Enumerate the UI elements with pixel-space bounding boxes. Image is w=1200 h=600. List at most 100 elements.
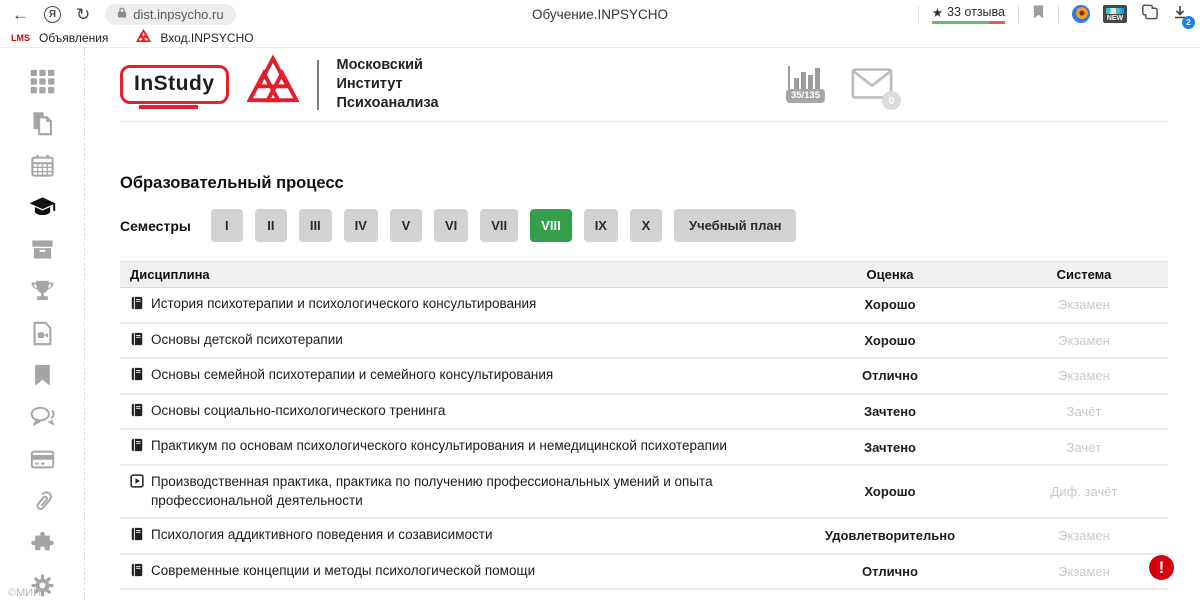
address-bar[interactable]: dist.inpsycho.ru	[105, 4, 235, 25]
semester-button[interactable]: VII	[480, 209, 518, 242]
book-icon	[130, 403, 144, 423]
book-icon	[130, 438, 144, 458]
semester-button[interactable]: VIII	[530, 209, 572, 242]
table-row[interactable]: Практикум по основам психологического ко…	[120, 430, 1168, 466]
grading-system: Зачёт	[1000, 404, 1168, 419]
extension-icon[interactable]	[1072, 5, 1090, 23]
education-icon[interactable]	[29, 194, 56, 221]
apps-grid-icon[interactable]	[29, 68, 56, 95]
bookmarks-bar: LMS Объявления Вход.INPSYCHO	[0, 28, 1200, 48]
divider	[918, 6, 919, 23]
stats-count-badge: 35/135	[786, 89, 825, 103]
grades-table: Дисциплина Оценка Система История психот…	[120, 261, 1168, 590]
semester-button[interactable]: II	[255, 209, 287, 242]
book-icon	[130, 527, 144, 547]
grade-value: Хорошо	[780, 333, 1000, 348]
site-header: InStudy Московский Институт Психоанализа…	[120, 48, 1168, 122]
table-row[interactable]: Современные концепции и методы психологи…	[120, 555, 1168, 591]
browser-toolbar: ← Я ↻ dist.inpsycho.ru Обучение.INPSYCHO…	[0, 0, 1200, 28]
alert-notification-icon[interactable]: !	[1149, 555, 1174, 580]
divider	[1018, 6, 1019, 23]
semester-button[interactable]: VI	[434, 209, 468, 242]
discipline-name: Практикум по основам психологического ко…	[151, 436, 727, 456]
discipline-name: Основы семейной психотерапии и семейного…	[151, 365, 553, 385]
semester-button[interactable]: X	[630, 209, 662, 242]
reviews-count: 33 отзыва	[947, 5, 1005, 19]
grade-value: Удовлетворительно	[780, 528, 1000, 543]
logo-divider	[317, 60, 319, 110]
book-icon	[130, 367, 144, 387]
copyright-mip: ©МИП	[8, 587, 41, 599]
calendar-icon[interactable]	[29, 152, 56, 179]
grade-value: Отлично	[780, 564, 1000, 579]
divider	[1058, 6, 1059, 23]
table-row[interactable]: Психология аддиктивного поведения и соза…	[120, 519, 1168, 555]
semesters-label: Семестры	[120, 218, 191, 234]
star-icon: ★	[932, 5, 943, 20]
messages-icon[interactable]	[29, 404, 56, 431]
attachments-icon[interactable]	[29, 488, 56, 515]
discipline-name: Основы социально-психологического тренин…	[151, 401, 445, 421]
discipline-name: Современные концепции и методы психологи…	[151, 561, 535, 581]
grade-value: Зачтено	[780, 404, 1000, 419]
bookmark-flag-icon[interactable]	[1032, 4, 1045, 25]
grading-system: Экзамен	[1000, 297, 1168, 312]
table-row[interactable]: Основы семейной психотерапии и семейного…	[120, 359, 1168, 395]
table-row[interactable]: Производственная практика, практика по п…	[120, 466, 1168, 519]
grading-system: Экзамен	[1000, 333, 1168, 348]
browser-chrome: ← Я ↻ dist.inpsycho.ru Обучение.INPSYCHO…	[0, 0, 1200, 48]
video-lectures-icon[interactable]	[29, 320, 56, 347]
play-icon	[130, 474, 144, 494]
bookmark-vhod-inpsycho[interactable]: Вход.INPSYCHO	[160, 31, 253, 45]
refresh-icon[interactable]: ↻	[76, 6, 90, 23]
archive-box-icon[interactable]	[29, 236, 56, 263]
grading-system: Экзамен	[1000, 528, 1168, 543]
collections-icon[interactable]	[1140, 3, 1159, 26]
url-text: dist.inpsycho.ru	[133, 7, 223, 22]
site-reviews[interactable]: ★ 33 отзыва	[932, 5, 1005, 24]
new-badge-label: NEW	[1107, 15, 1123, 22]
semester-button[interactable]: III	[299, 209, 332, 242]
yandex-browser-icon[interactable]: Я	[44, 6, 61, 23]
discipline-name: Основы детской психотерапии	[151, 330, 343, 350]
page-title: Образовательный процесс	[120, 174, 1168, 193]
downloads-icon[interactable]: 2	[1172, 4, 1188, 25]
main-content: InStudy Московский Институт Психоанализа…	[85, 48, 1200, 600]
back-icon[interactable]: ←	[12, 6, 29, 23]
discipline-name: История психотерапии и психологического …	[151, 294, 536, 314]
grade-value: Отлично	[780, 368, 1000, 383]
institute-name: Московский Институт Психоанализа	[337, 56, 439, 113]
new-extension-icon[interactable]: NEW	[1103, 5, 1127, 23]
integrations-icon[interactable]	[29, 530, 56, 557]
semester-button[interactable]: I	[211, 209, 243, 242]
discipline-name: Психология аддиктивного поведения и соза…	[151, 525, 492, 545]
grade-value: Хорошо	[780, 297, 1000, 312]
grade-value: Зачтено	[780, 440, 1000, 455]
bookmark-icon[interactable]	[29, 362, 56, 389]
rating-bar	[932, 21, 1005, 24]
grading-system: Зачёт	[1000, 440, 1168, 455]
grading-system: Диф. зачёт	[1000, 484, 1168, 499]
bookmark-announcements[interactable]: Объявления	[39, 31, 108, 45]
payments-icon[interactable]	[29, 446, 56, 473]
trophy-icon[interactable]	[29, 278, 56, 305]
progress-stats-icon[interactable]: 35/135	[786, 65, 825, 103]
study-plan-button[interactable]: Учебный план	[674, 209, 796, 242]
table-row[interactable]: История психотерапии и психологического …	[120, 288, 1168, 324]
table-row[interactable]: Основы социально-психологического тренин…	[120, 395, 1168, 431]
grade-value: Хорошо	[780, 484, 1000, 499]
semester-button[interactable]: IX	[584, 209, 618, 242]
table-row[interactable]: Основы детской психотерапии Хорошо Экзам…	[120, 324, 1168, 360]
downloads-count-badge: 2	[1182, 16, 1195, 29]
documents-icon[interactable]	[29, 110, 56, 137]
semester-button[interactable]: IV	[344, 209, 378, 242]
lms-favicon: LMS	[11, 33, 30, 43]
book-icon	[130, 563, 144, 583]
book-icon	[130, 332, 144, 352]
semester-button[interactable]: V	[390, 209, 422, 242]
grading-system: Экзамен	[1000, 564, 1168, 579]
mail-icon[interactable]: 0	[851, 68, 893, 104]
book-icon	[130, 296, 144, 316]
instudy-logo[interactable]: InStudy	[120, 65, 229, 104]
table-header: Дисциплина Оценка Система	[120, 262, 1168, 288]
